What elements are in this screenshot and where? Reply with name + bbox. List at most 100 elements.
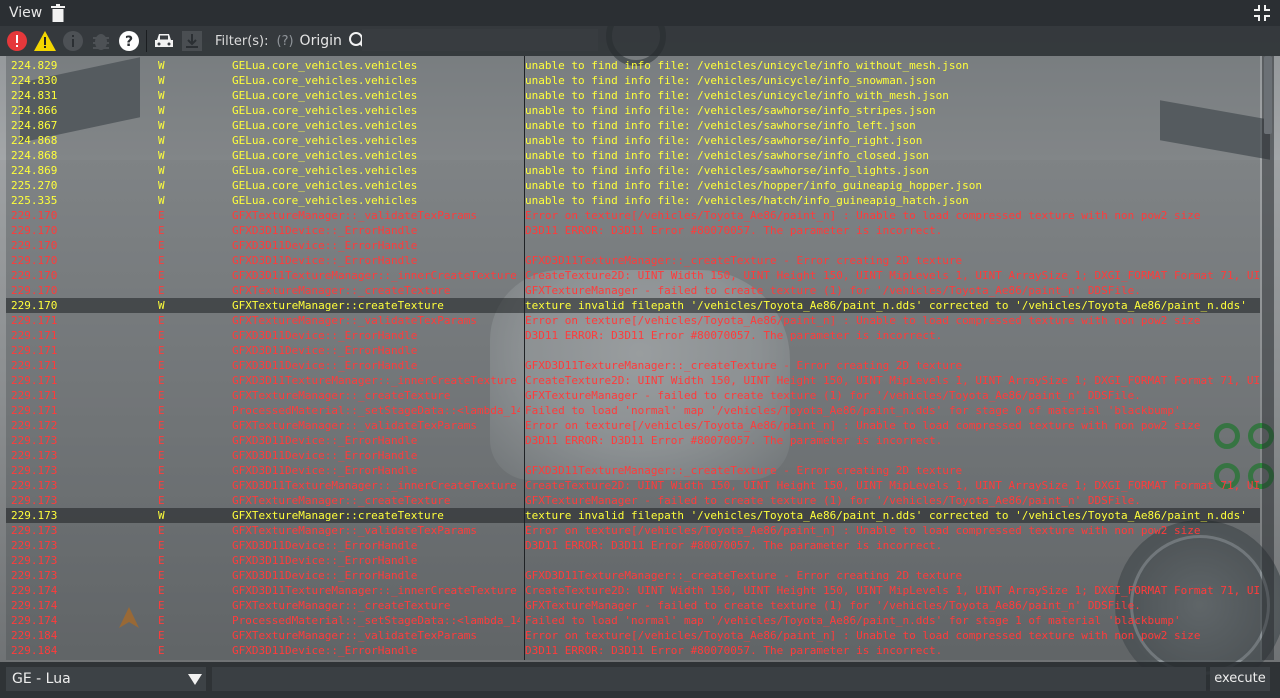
log-message: unable to find info file: /vehicles/hopp… <box>525 179 982 192</box>
log-level: E <box>158 359 165 372</box>
log-row[interactable]: 229.170 E GFXD3D11Device::_ErrorHandle <box>6 238 1260 253</box>
log-row[interactable]: 229.171 E GFXD3D11Device::_ErrorHandle GFXD… <box>6 358 1260 373</box>
log-origin: GFXD3D11Device::_ErrorHandle <box>232 329 418 342</box>
log-row[interactable]: 229.171 E GFXTextureManager::_createTextur… <box>6 388 1260 403</box>
help-button[interactable]: ? <box>118 30 140 52</box>
toolbar-divider <box>146 30 147 52</box>
log-row[interactable]: 229.170 E GFXTextureManager::_createTextur… <box>6 283 1260 298</box>
error-filter-button[interactable] <box>6 30 28 52</box>
log-row[interactable]: 224.866 W GELua.core_vehicles.vehicles unab… <box>6 103 1260 118</box>
log-time: 224.831 <box>11 89 58 102</box>
log-level: E <box>158 479 165 492</box>
info-filter-button[interactable] <box>62 30 84 52</box>
log-row[interactable]: 229.184 E GFXTextureManager::_validateTexP… <box>6 628 1260 643</box>
log-level: E <box>158 419 165 432</box>
log-origin: GFXTextureManager::_validateTexParams <box>232 524 478 537</box>
log-row[interactable]: 229.171 E GFXD3D11Device::_ErrorHandle <box>6 343 1260 358</box>
origin-filter-label[interactable]: Origin <box>300 33 342 49</box>
log-message: D3D11 ERROR: D3D11 Error #80070057. The … <box>525 329 943 342</box>
context-select[interactable]: GE - Lua <box>6 667 206 691</box>
log-level: W <box>158 104 165 117</box>
filter-help-link[interactable]: (?) <box>277 34 294 49</box>
log-row[interactable]: 224.868 W GELua.core_vehicles.vehicles unab… <box>6 133 1260 148</box>
log-row[interactable]: 229.172 E GFXTextureManager::_validateTexP… <box>6 418 1260 433</box>
log-output[interactable]: 224.829 W GELua.core_vehicles.vehicles unab… <box>6 56 1260 660</box>
log-row[interactable]: 229.171 E GFXTextureManager::_validateTexP… <box>6 313 1260 328</box>
log-row[interactable]: 229.174 E GFXD3D11TextureManager::_innerCr… <box>6 583 1260 598</box>
log-time: 224.868 <box>11 149 58 162</box>
scrollbar-thumb[interactable] <box>1264 56 1272 134</box>
log-row[interactable]: 229.173 E GFXTextureManager::_createTextur… <box>6 493 1260 508</box>
command-bar: GE - Lua execute <box>0 662 1280 698</box>
log-row[interactable]: 224.867 W GELua.core_vehicles.vehicles unab… <box>6 118 1260 133</box>
log-level: E <box>158 644 165 657</box>
log-row[interactable]: 229.173 E GFXD3D11Device::_ErrorHandle <box>6 448 1260 463</box>
log-row[interactable]: 229.173 E GFXD3D11TextureManager::_innerCr… <box>6 478 1260 493</box>
log-row[interactable]: 229.170 E GFXD3D11Device::_ErrorHandle D3D1… <box>6 223 1260 238</box>
log-row[interactable]: 229.170 E GFXD3D11Device::_ErrorHandle GFXD… <box>6 253 1260 268</box>
log-time: 225.335 <box>11 194 58 207</box>
log-row[interactable]: 224.831 W GELua.core_vehicles.vehicles unab… <box>6 88 1260 103</box>
log-origin: GELua.core_vehicles.vehicles <box>232 119 418 132</box>
log-row[interactable]: 229.173 E GFXTextureManager::_validateTexP… <box>6 523 1260 538</box>
log-message: texture invalid filepath '/vehicles/Toyo… <box>525 509 1247 522</box>
log-origin: GELua.core_vehicles.vehicles <box>232 149 418 162</box>
log-row[interactable]: 229.171 E GFXD3D11Device::_ErrorHandle D3D1… <box>6 328 1260 343</box>
log-message: CreateTexture2D: UINT Width 150, UINT He… <box>525 269 1260 282</box>
log-time: 229.170 <box>11 209 58 222</box>
log-time: 229.171 <box>11 344 58 357</box>
error-filter-icon <box>7 31 27 51</box>
log-scrollbar[interactable] <box>1262 56 1274 660</box>
log-origin: GFXD3D11Device::_ErrorHandle <box>232 449 418 462</box>
clear-log-button[interactable] <box>50 4 66 22</box>
filter-search-input[interactable] <box>362 29 598 51</box>
download-log-button[interactable] <box>181 30 203 52</box>
log-row[interactable]: 225.270 W GELua.core_vehicles.vehicles unab… <box>6 178 1260 193</box>
log-level: E <box>158 629 165 642</box>
log-origin: GELua.core_vehicles.vehicles <box>232 89 418 102</box>
context-select-value: GE - Lua <box>12 671 71 687</box>
console-toolbar: ? Filter(s): (?) Origin <box>0 26 1280 56</box>
log-row[interactable]: 229.173 W GFXTextureManager::createTexture… <box>6 508 1260 523</box>
log-row[interactable]: 229.171 E ProcessedMaterial::_setStageData… <box>6 403 1260 418</box>
log-row[interactable]: 229.170 W GFXTextureManager::createTexture… <box>6 298 1260 313</box>
maximize-button[interactable] <box>1254 5 1270 21</box>
log-origin: GFXTextureManager::_createTexture <box>232 389 451 402</box>
log-message: texture invalid filepath '/vehicles/Toyo… <box>525 299 1247 312</box>
log-row[interactable]: 224.829 W GELua.core_vehicles.vehicles unab… <box>6 58 1260 73</box>
log-row[interactable]: 224.868 W GELua.core_vehicles.vehicles unab… <box>6 148 1260 163</box>
log-origin: GFXD3D11Device::_ErrorHandle <box>232 254 418 267</box>
log-time: 229.184 <box>11 644 58 657</box>
log-row[interactable]: 229.171 E GFXD3D11TextureManager::_innerCr… <box>6 373 1260 388</box>
execute-button[interactable]: execute <box>1210 667 1270 691</box>
log-time: 229.170 <box>11 224 58 237</box>
warning-filter-button[interactable] <box>34 30 56 52</box>
log-row[interactable]: 224.869 W GELua.core_vehicles.vehicles unab… <box>6 163 1260 178</box>
log-row[interactable]: 229.174 E ProcessedMaterial::_setStageData… <box>6 613 1260 628</box>
log-row[interactable]: 224.830 W GELua.core_vehicles.vehicles unab… <box>6 73 1260 88</box>
log-origin: GFXD3D11TextureManager::_innerCreateText… <box>232 479 517 492</box>
log-message: Failed to load 'normal' map '/vehicles/T… <box>525 614 1181 627</box>
log-message: GFXTextureManager - failed to create tex… <box>525 284 1141 297</box>
log-row[interactable]: 229.173 E GFXD3D11Device::_ErrorHandle D3D1… <box>6 538 1260 553</box>
log-origin: GFXTextureManager::_validateTexParams <box>232 314 478 327</box>
vehicle-filter-button[interactable] <box>153 30 175 52</box>
log-row[interactable]: 229.170 E GFXD3D11TextureManager::_innerCr… <box>6 268 1260 283</box>
log-level: E <box>158 464 165 477</box>
log-message: GFXTextureManager - failed to create tex… <box>525 494 1141 507</box>
log-row[interactable]: 229.184 E GFXD3D11Device::_ErrorHandle D3D1… <box>6 643 1260 658</box>
log-row[interactable]: 229.173 E GFXD3D11Device::_ErrorHandle GFXD… <box>6 568 1260 583</box>
command-input[interactable] <box>212 667 1206 691</box>
debug-filter-button[interactable] <box>90 30 112 52</box>
log-row[interactable]: 229.173 E GFXD3D11Device::_ErrorHandle GFXD… <box>6 463 1260 478</box>
log-message: GFXD3D11TextureManager::_createTexture -… <box>525 569 963 582</box>
log-row[interactable]: 229.173 E GFXD3D11Device::_ErrorHandle <box>6 553 1260 568</box>
log-message: D3D11 ERROR: D3D11 Error #80070057. The … <box>525 644 943 657</box>
log-level: E <box>158 329 165 342</box>
log-level: W <box>158 164 165 177</box>
log-row[interactable]: 229.174 E GFXTextureManager::_createTextur… <box>6 598 1260 613</box>
log-row[interactable]: 225.335 W GELua.core_vehicles.vehicles unab… <box>6 193 1260 208</box>
log-row[interactable]: 229.170 E GFXTextureManager::_validateTexP… <box>6 208 1260 223</box>
log-level: E <box>158 224 165 237</box>
log-row[interactable]: 229.173 E GFXD3D11Device::_ErrorHandle D3D1… <box>6 433 1260 448</box>
